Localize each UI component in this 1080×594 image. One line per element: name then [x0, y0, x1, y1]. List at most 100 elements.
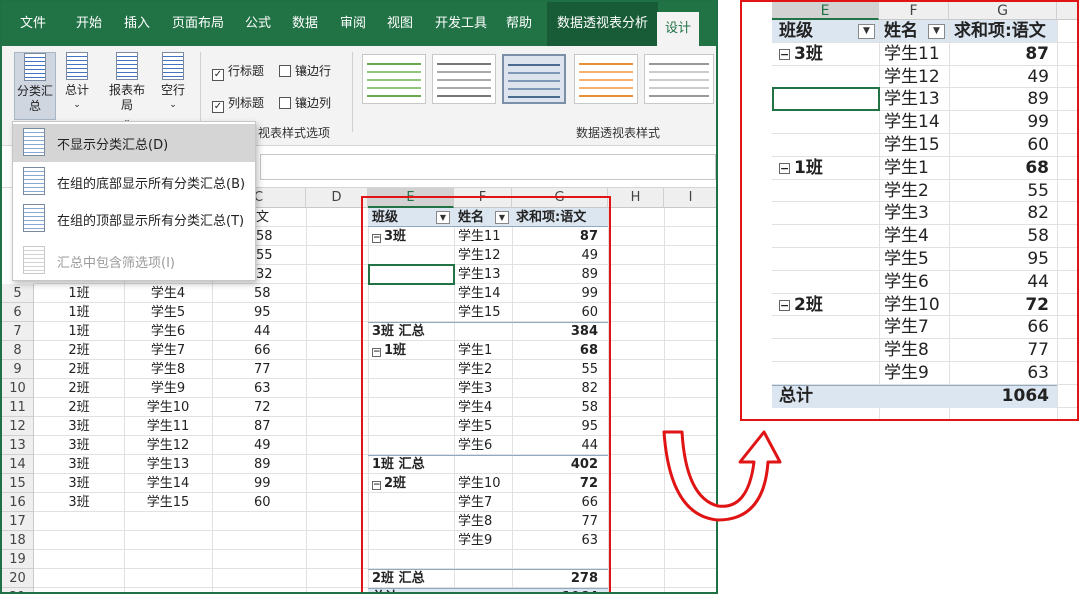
tab-file[interactable]: 文件 [20, 2, 46, 46]
tab-home[interactable]: 开始 [76, 2, 102, 46]
pivot-style-orange[interactable] [574, 54, 638, 104]
zoom-name-cell[interactable]: 学生12 [879, 66, 949, 89]
zoom-class-cell[interactable] [774, 202, 879, 225]
zoom-name-cell[interactable]: 学生5 [879, 248, 949, 271]
row-header[interactable]: 5 [2, 284, 34, 303]
pivot-style-green[interactable] [362, 54, 426, 104]
cell-score[interactable] [250, 588, 300, 592]
cell-score[interactable]: 49 [250, 436, 300, 455]
zoom-column-header-g[interactable]: G [949, 2, 1057, 20]
cell-student[interactable]: 学生15 [124, 493, 212, 512]
tab-formulas[interactable]: 公式 [245, 2, 271, 46]
menu-item-subtotals-bottom[interactable]: 在组的底部显示所有分类汇总(B) [13, 163, 255, 201]
zoom-value-cell[interactable]: 55 [949, 180, 1057, 203]
zoom-active-cell-selection[interactable] [772, 87, 880, 111]
cell-student[interactable]: 学生6 [124, 322, 212, 341]
zoom-class-cell[interactable] [774, 271, 879, 294]
collapse-minus-icon[interactable]: − [779, 300, 790, 311]
zoom-value-cell[interactable]: 60 [949, 134, 1057, 157]
cell-student[interactable]: 学生9 [124, 379, 212, 398]
filter-dropdown-icon[interactable]: ▼ [928, 24, 945, 39]
cell-class[interactable]: 3班 [34, 455, 124, 474]
cell-score[interactable] [250, 531, 300, 550]
zoom-class-cell[interactable] [774, 66, 879, 89]
cell-class[interactable] [34, 550, 124, 569]
zoom-value-cell[interactable]: 99 [949, 111, 1057, 134]
row-header[interactable]: 18 [2, 531, 34, 550]
cell-student[interactable] [124, 531, 212, 550]
collapse-minus-icon[interactable]: − [779, 163, 790, 174]
zoom-name-cell[interactable]: 学生8 [879, 339, 949, 362]
zoom-group-label[interactable]: −1班 [774, 157, 879, 180]
cell-score[interactable]: 63 [250, 379, 300, 398]
collapse-minus-icon[interactable]: − [779, 49, 790, 60]
zoom-value-cell[interactable]: 72 [949, 294, 1057, 317]
cell-c2[interactable]: 58 [256, 227, 296, 246]
zoom-class-cell[interactable] [774, 316, 879, 339]
menu-item-no-subtotals[interactable]: 不显示分类汇总(D) [13, 124, 255, 162]
cell-score[interactable]: 99 [250, 474, 300, 493]
row-headers-checkbox[interactable]: ✓ 行标题 [212, 62, 264, 81]
row-header[interactable]: 11 [2, 398, 34, 417]
cell-class[interactable]: 2班 [34, 398, 124, 417]
cell-student[interactable]: 学生13 [124, 455, 212, 474]
zoom-name-cell[interactable]: 学生11 [879, 43, 949, 66]
row-header[interactable]: 21 [2, 588, 34, 592]
row-header[interactable]: 19 [2, 550, 34, 569]
cell-class[interactable] [34, 531, 124, 550]
row-header[interactable]: 7 [2, 322, 34, 341]
cell-class[interactable] [34, 512, 124, 531]
row-header[interactable]: 15 [2, 474, 34, 493]
cell-class[interactable]: 2班 [34, 341, 124, 360]
row-header[interactable]: 17 [2, 512, 34, 531]
row-header[interactable]: 20 [2, 569, 34, 588]
row-header[interactable]: 16 [2, 493, 34, 512]
zoom-name-cell[interactable]: 学生7 [879, 316, 949, 339]
zoom-column-header-f[interactable]: F [879, 2, 949, 20]
zoom-value-cell[interactable]: 58 [949, 225, 1057, 248]
tab-view[interactable]: 视图 [387, 2, 413, 46]
tab-review[interactable]: 审阅 [340, 2, 366, 46]
cell-class[interactable] [34, 588, 124, 592]
tab-developer[interactable]: 开发工具 [435, 2, 487, 46]
zoom-value-cell[interactable]: 89 [949, 88, 1057, 111]
cell-score[interactable] [250, 512, 300, 531]
subtotals-button[interactable]: 分类汇总 ⌄ [14, 52, 56, 126]
zoom-name-cell[interactable]: 学生9 [879, 362, 949, 385]
zoom-value-cell[interactable]: 44 [949, 271, 1057, 294]
cell-score[interactable]: 95 [250, 303, 300, 322]
cell-student[interactable]: 学生10 [124, 398, 212, 417]
tab-help[interactable]: 帮助 [506, 2, 532, 46]
zoom-column-header-e[interactable]: E [772, 2, 879, 20]
zoom-value-cell[interactable]: 95 [949, 248, 1057, 271]
cell-student[interactable] [124, 588, 212, 592]
row-header[interactable]: 8 [2, 341, 34, 360]
cell-student[interactable] [124, 512, 212, 531]
zoom-value-cell[interactable]: 77 [949, 339, 1057, 362]
blank-rows-button[interactable]: 空行 ⌄ [152, 52, 194, 113]
tab-data[interactable]: 数据 [292, 2, 318, 46]
zoom-name-cell[interactable]: 学生1 [879, 157, 949, 180]
cell-class[interactable]: 3班 [34, 436, 124, 455]
cell-student[interactable] [124, 550, 212, 569]
tab-page-layout[interactable]: 页面布局 [172, 2, 224, 46]
zoom-grand-total-label[interactable]: 总计 [774, 385, 879, 408]
cell-c3[interactable]: 55 [256, 246, 296, 265]
cell-score[interactable] [250, 569, 300, 588]
zoom-value-cell[interactable]: 1064 [949, 385, 1057, 408]
zoom-class-cell[interactable] [774, 339, 879, 362]
row-header[interactable]: 10 [2, 379, 34, 398]
zoom-name-cell[interactable]: 学生14 [879, 111, 949, 134]
zoom-name-cell[interactable]: 学生3 [879, 202, 949, 225]
pivot-style-gray[interactable] [432, 54, 496, 104]
cell-class[interactable]: 1班 [34, 322, 124, 341]
zoom-value-cell[interactable]: 66 [949, 316, 1057, 339]
zoom-value-cell[interactable]: 82 [949, 202, 1057, 225]
cell-score[interactable]: 66 [250, 341, 300, 360]
zoom-name-cell[interactable]: 学生6 [879, 271, 949, 294]
cell-class[interactable]: 1班 [34, 303, 124, 322]
zoom-class-cell[interactable] [774, 134, 879, 157]
column-header-d[interactable]: D [306, 188, 368, 208]
zoom-group-label[interactable]: −3班 [774, 43, 879, 66]
zoom-name-cell[interactable]: 学生4 [879, 225, 949, 248]
